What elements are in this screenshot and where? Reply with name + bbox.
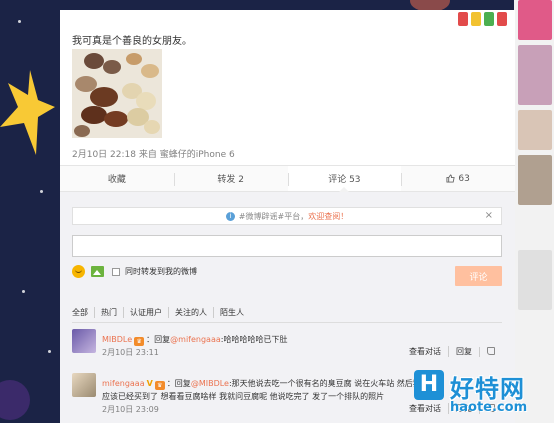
sidebar-image (518, 110, 552, 150)
favorite-label: 收藏 (107, 175, 126, 185)
divider (72, 322, 502, 323)
repost-button[interactable]: 转发 2 (173, 166, 288, 191)
filter-following[interactable]: 关注的人 (168, 307, 213, 318)
watermark-url: haote.com (450, 400, 528, 415)
avatar[interactable] (72, 373, 96, 397)
reply-prefix: ：回复 (166, 379, 191, 388)
star-dot (18, 20, 21, 23)
info-icon: i (225, 211, 235, 221)
filter-strangers[interactable]: 陌生人 (213, 307, 250, 318)
comment-filters: 全部 热门 认证用户 关注的人 陌生人 (72, 307, 250, 318)
favorite-button[interactable]: 收藏 (60, 166, 174, 191)
post-text: 我可真是个善良的女朋友。 (72, 36, 192, 47)
festive-decoration (458, 12, 507, 26)
post-photo[interactable] (72, 49, 162, 138)
weibo-post-card: 我可真是个善良的女朋友。 2月10日 22:18 来自 蜜蜂仔的iPhone 6… (60, 10, 515, 423)
post-meta: 2月10日 22:18 来自 蜜蜂仔的iPhone 6 (72, 147, 235, 160)
notice-link[interactable]: 欢迎查阅！ (308, 211, 348, 222)
comment-mention[interactable]: @mifengaaa (170, 335, 221, 344)
reply-link[interactable]: 回复 (448, 346, 479, 357)
sidebar-image (518, 155, 552, 205)
post-source[interactable]: 蜜蜂仔的iPhone 6 (160, 150, 235, 160)
rumor-notice-banner: i #微博辟谣#平台， 欢迎查阅！ × (72, 207, 502, 225)
thumbs-up-icon (446, 174, 456, 183)
repost-checkbox[interactable] (112, 267, 120, 276)
like-button[interactable]: 63 (401, 166, 515, 191)
reply-prefix: ：回复 (146, 335, 171, 344)
post-date[interactable]: 2月10日 22:18 (72, 150, 136, 160)
comment-username[interactable]: mifengaaa (102, 379, 145, 388)
filter-verified[interactable]: 认证用户 (123, 307, 168, 318)
comment-username[interactable]: MIBDLe (102, 335, 132, 344)
close-icon[interactable]: × (485, 210, 493, 221)
sidebar-image (518, 250, 552, 310)
comment-input[interactable] (72, 235, 502, 257)
repost-label: 转发 2 (217, 175, 244, 185)
emoji-icon[interactable] (72, 265, 85, 278)
comment-actions: 查看对话 回复 (402, 346, 502, 357)
star-dot (40, 190, 43, 193)
watermark-logo: H (414, 370, 444, 400)
site-watermark: H 好特网 haote.com (414, 370, 554, 423)
submit-comment-button[interactable]: 评论 (455, 266, 502, 286)
notice-text: #微博辟谣#平台， (238, 211, 309, 221)
right-sidebar-strip (514, 0, 554, 423)
comment-mention[interactable]: @MIBDLe (191, 379, 229, 388)
avatar[interactable] (72, 329, 96, 353)
watermark-text: 好特网 (450, 375, 525, 403)
planet-shape (0, 380, 30, 420)
post-action-bar: 收藏 转发 2 评论 53 63 (60, 165, 515, 192)
verified-badge: V (146, 379, 153, 388)
comment-label: 评论 53 (328, 175, 361, 185)
thumbs-up-icon (487, 346, 495, 355)
vip-icon: ♛ (134, 337, 145, 346)
comment-text: :哈哈哈哈哈已下肚 (220, 335, 288, 344)
comment-like-button[interactable] (479, 346, 502, 357)
post-source-prefix: 来自 (138, 150, 157, 160)
repost-checkbox-label: 同时转发到我的微博 (125, 267, 197, 276)
image-upload-icon[interactable] (91, 266, 104, 277)
vip-icon: ♛ (154, 381, 165, 390)
comment-item: MIBDLe ♛ ：回复@mifengaaa:哈哈哈哈哈已下肚 2月10日 23:1… (72, 329, 502, 365)
star-dot (48, 350, 51, 353)
filter-all[interactable]: 全部 (72, 307, 94, 318)
star-dot (22, 290, 25, 293)
comment-text: :那天他说去吃一个很有名的臭豆腐 说在火车站 然后我说我 (228, 379, 437, 388)
like-count: 63 (458, 173, 470, 184)
comment-button[interactable]: 评论 53 (287, 166, 402, 192)
view-conversation-link[interactable]: 查看对话 (402, 346, 448, 357)
composer-tools: 同时转发到我的微博 (72, 265, 197, 278)
star-icon (0, 70, 55, 155)
sidebar-image (518, 45, 552, 105)
sidebar-image (518, 0, 552, 40)
filter-hot[interactable]: 热门 (94, 307, 123, 318)
